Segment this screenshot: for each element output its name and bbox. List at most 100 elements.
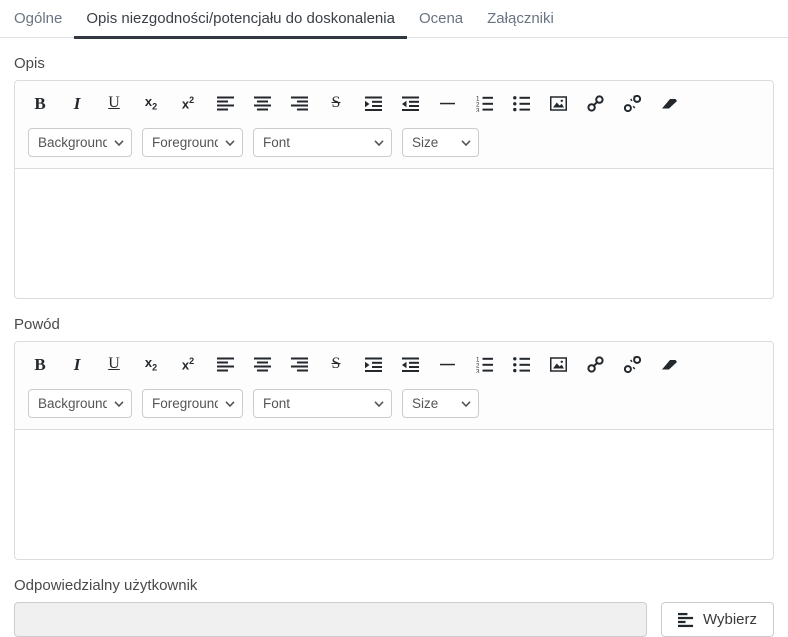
- subscript-icon: x2: [145, 95, 157, 112]
- outdent-icon: [402, 95, 419, 112]
- svg-text:3: 3: [476, 368, 480, 373]
- underline-icon: U: [108, 95, 120, 111]
- indent-button[interactable]: [361, 352, 385, 376]
- foreground-select[interactable]: Foreground: [142, 389, 243, 418]
- powod-content-area[interactable]: [15, 429, 773, 559]
- toolbar-selects-row: Background Foreground Font Size: [28, 128, 760, 157]
- subscript-button[interactable]: x2: [139, 352, 163, 376]
- underline-button[interactable]: U: [102, 91, 126, 115]
- wybierz-button[interactable]: Wybierz: [661, 602, 774, 637]
- remove-format-icon: [661, 356, 678, 373]
- align-left-icon: [217, 356, 234, 373]
- svg-text:3: 3: [476, 107, 480, 112]
- subscript-icon: x2: [145, 356, 157, 373]
- opis-rich-text-editor: B I Ux2 x2 S 123 Background Foreground Font Size: [14, 80, 774, 299]
- font-select-wrap: Font: [253, 128, 392, 157]
- italic-icon: I: [74, 95, 81, 112]
- italic-button[interactable]: I: [65, 352, 89, 376]
- align-right-button[interactable]: [287, 91, 311, 115]
- align-right-button[interactable]: [287, 352, 311, 376]
- tab-zalaczniki[interactable]: Załączniki: [475, 0, 566, 37]
- unlink-icon: [624, 356, 641, 373]
- unlink-button[interactable]: [620, 91, 644, 115]
- opis-editor-toolbar: B I Ux2 x2 S 123 Background Foreground Font Size: [15, 81, 773, 168]
- list-icon: [678, 612, 694, 628]
- background-select[interactable]: Background: [28, 128, 132, 157]
- background-select-wrap: Background: [28, 389, 132, 418]
- unordered-list-icon: [513, 356, 530, 373]
- foreground-select-wrap: Foreground: [142, 389, 243, 418]
- powod-editor-toolbar: B I Ux2 x2 S 123 Background Foreground Font Size: [15, 342, 773, 429]
- form-content: Opis BIUx2x2S123 BackgroundForegroundFon…: [0, 55, 788, 637]
- indent-button[interactable]: [361, 91, 385, 115]
- unlink-icon: [624, 95, 641, 112]
- remove-format-icon: [661, 95, 678, 112]
- strikethrough-button[interactable]: S: [324, 91, 348, 115]
- size-select[interactable]: Size: [402, 389, 479, 418]
- font-select[interactable]: Font: [253, 128, 392, 157]
- size-select-wrap: Size: [402, 389, 479, 418]
- align-left-button[interactable]: [213, 352, 237, 376]
- align-center-icon: [254, 356, 271, 373]
- bold-icon: B: [34, 95, 45, 112]
- strikethrough-button[interactable]: S: [324, 352, 348, 376]
- opis-content-area[interactable]: [15, 168, 773, 298]
- align-left-icon: [217, 95, 234, 112]
- bold-button[interactable]: B: [28, 91, 52, 115]
- background-select[interactable]: Background: [28, 389, 132, 418]
- superscript-button[interactable]: x2: [176, 352, 200, 376]
- powod-rich-text-editor: B I Ux2 x2 S 123 Background Foreground Font Size: [14, 341, 774, 560]
- tab-opis-niezgodnosci[interactable]: Opis niezgodności/potencjału do doskonal…: [74, 0, 407, 39]
- remove-format-button[interactable]: [657, 91, 681, 115]
- ordered-list-button[interactable]: 123: [472, 91, 496, 115]
- strikethrough-icon: S: [332, 356, 341, 372]
- insert-image-button[interactable]: [546, 352, 570, 376]
- align-left-button[interactable]: [213, 91, 237, 115]
- align-center-button[interactable]: [250, 91, 274, 115]
- align-right-icon: [291, 95, 308, 112]
- subscript-button[interactable]: x2: [139, 91, 163, 115]
- responsible-user-input[interactable]: [14, 602, 647, 637]
- link-button[interactable]: [583, 91, 607, 115]
- underline-button[interactable]: U: [102, 352, 126, 376]
- insert-image-icon: [550, 95, 567, 112]
- tab-bar: Ogólne Opis niezgodności/potencjału do d…: [0, 0, 788, 38]
- remove-format-button[interactable]: [657, 352, 681, 376]
- foreground-select[interactable]: Foreground: [142, 128, 243, 157]
- horizontal-rule-button[interactable]: [435, 91, 459, 115]
- responsible-user-row: Wybierz: [14, 602, 774, 637]
- toolbar-buttons-row: B I Ux2 x2 S 123: [28, 91, 760, 115]
- insert-image-button[interactable]: [546, 91, 570, 115]
- ordered-list-button[interactable]: 123: [472, 352, 496, 376]
- opis-section: Opis BIUx2x2S123 BackgroundForegroundFon…: [14, 55, 774, 299]
- responsible-user-label: Odpowiedzialny użytkownik: [14, 577, 774, 594]
- superscript-icon: x2: [182, 357, 194, 371]
- tab-ogolne[interactable]: Ogólne: [2, 0, 74, 37]
- ordered-list-icon: 123: [476, 356, 493, 373]
- powod-label: Powód: [14, 316, 774, 333]
- outdent-button[interactable]: [398, 352, 422, 376]
- bold-icon: B: [34, 356, 45, 373]
- italic-button[interactable]: I: [65, 91, 89, 115]
- superscript-button[interactable]: x2: [176, 91, 200, 115]
- italic-icon: I: [74, 356, 81, 373]
- horizontal-rule-icon: [439, 356, 456, 373]
- unordered-list-button[interactable]: [509, 91, 533, 115]
- underline-icon: U: [108, 356, 120, 372]
- size-select[interactable]: Size: [402, 128, 479, 157]
- strikethrough-icon: S: [332, 95, 341, 111]
- tab-ocena[interactable]: Ocena: [407, 0, 475, 37]
- toolbar-selects-row: Background Foreground Font Size: [28, 389, 760, 418]
- align-center-button[interactable]: [250, 352, 274, 376]
- bold-button[interactable]: B: [28, 352, 52, 376]
- horizontal-rule-button[interactable]: [435, 352, 459, 376]
- unordered-list-button[interactable]: [509, 352, 533, 376]
- unlink-button[interactable]: [620, 352, 644, 376]
- font-select[interactable]: Font: [253, 389, 392, 418]
- superscript-icon: x2: [182, 96, 194, 110]
- align-right-icon: [291, 356, 308, 373]
- foreground-select-wrap: Foreground: [142, 128, 243, 157]
- outdent-button[interactable]: [398, 91, 422, 115]
- toolbar-buttons-row: B I Ux2 x2 S 123: [28, 352, 760, 376]
- link-button[interactable]: [583, 352, 607, 376]
